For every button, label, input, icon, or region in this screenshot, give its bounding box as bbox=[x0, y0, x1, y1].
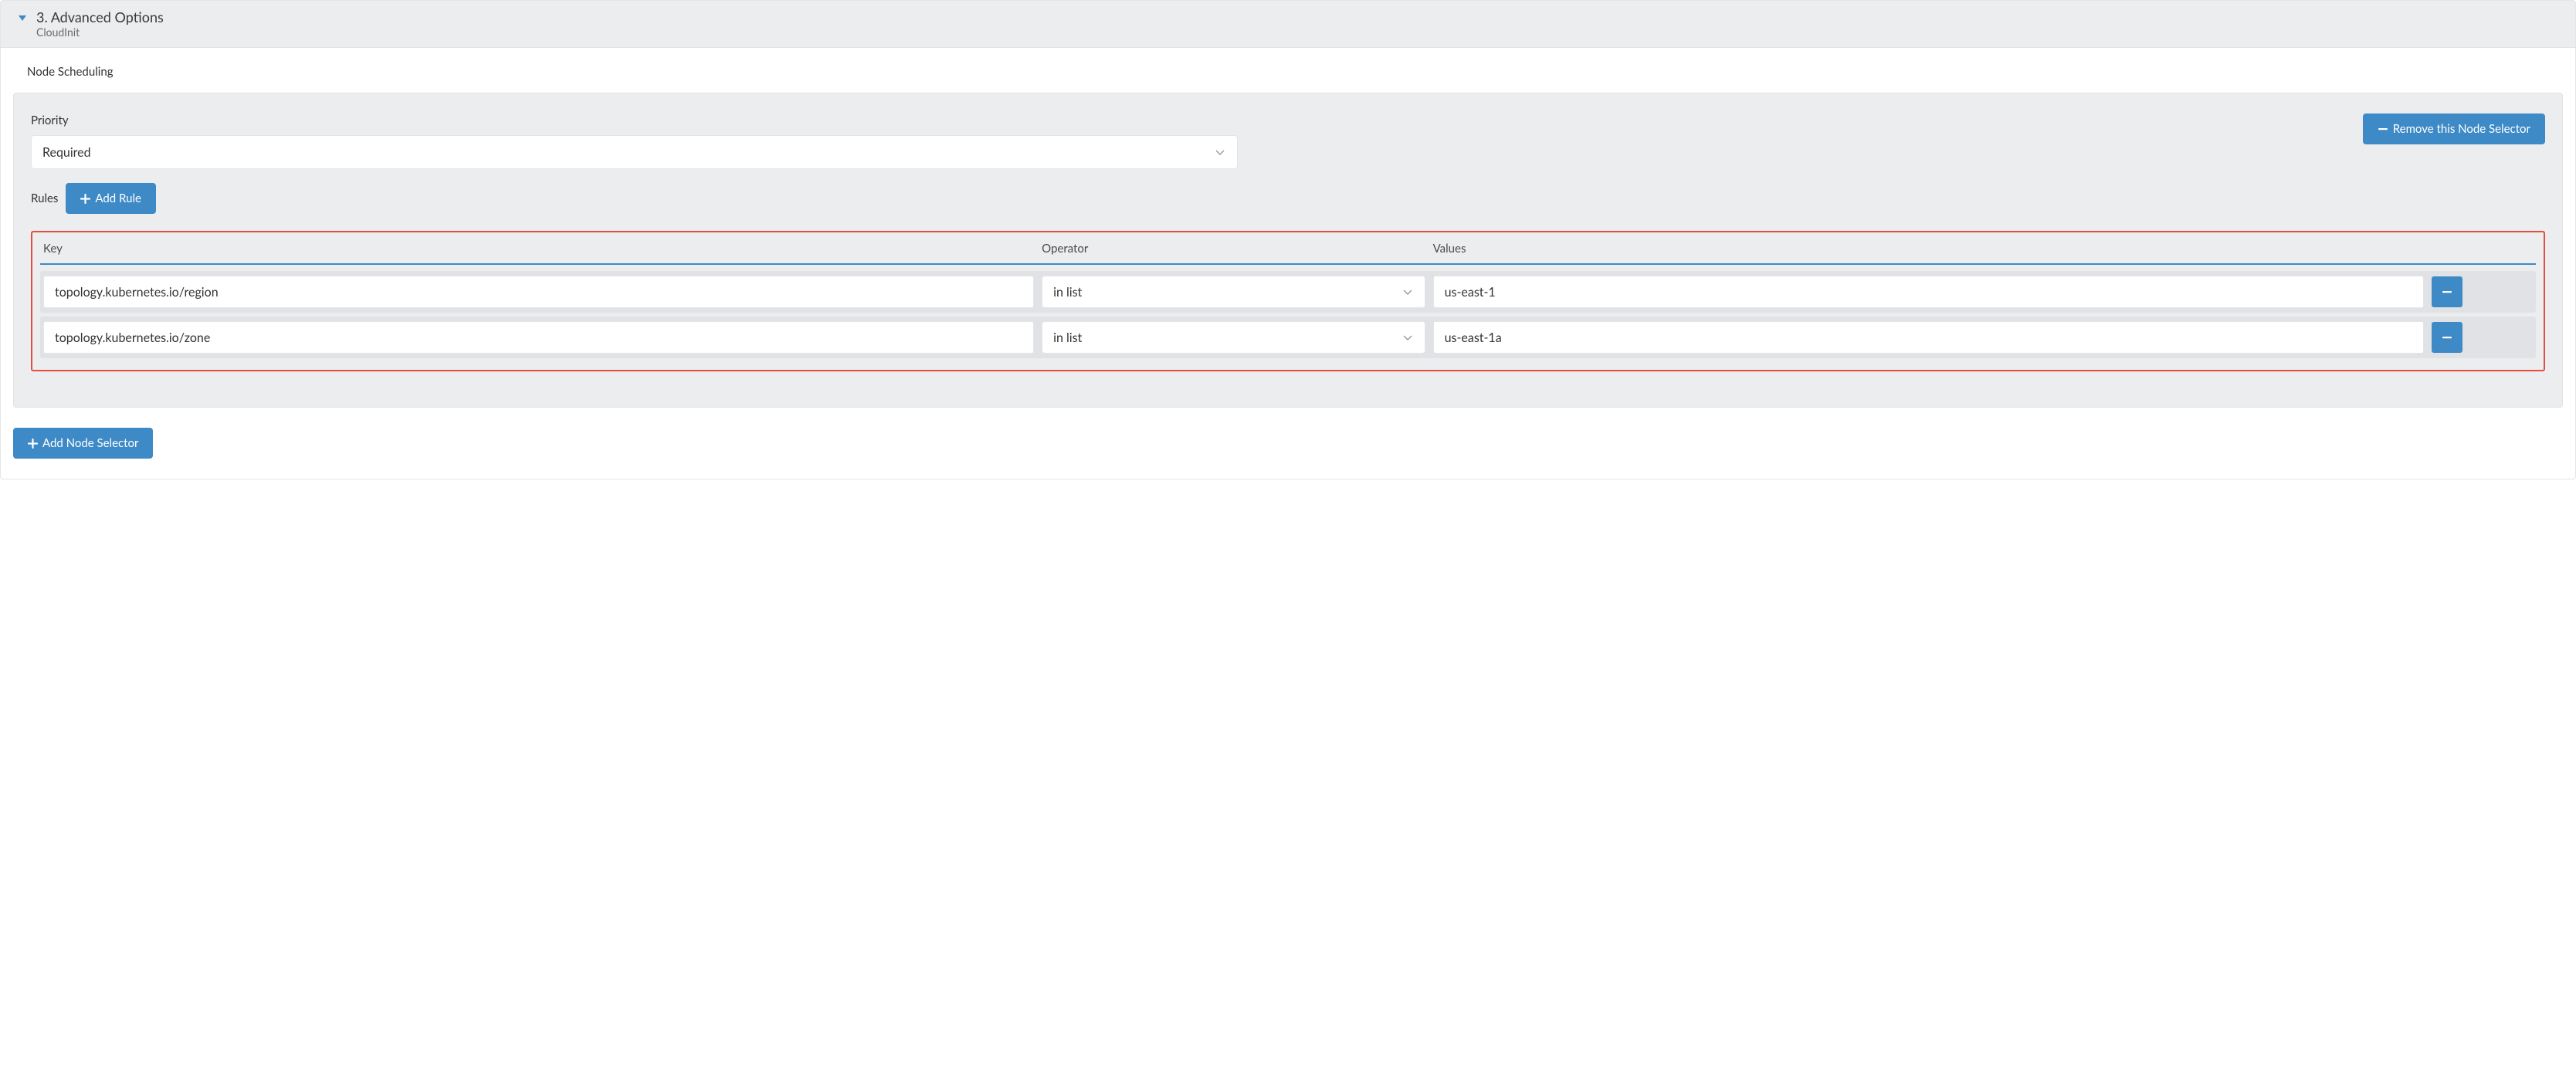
rules-table-header: Key Operator Values bbox=[40, 235, 2536, 265]
panel-header[interactable]: 3. Advanced Options CloudInit bbox=[1, 1, 2575, 48]
plus-icon bbox=[80, 194, 90, 204]
column-key: Key bbox=[43, 242, 1034, 256]
rule-key-input[interactable] bbox=[43, 321, 1034, 354]
add-rule-button[interactable]: Add Rule bbox=[66, 183, 156, 214]
column-values: Values bbox=[1433, 242, 2424, 256]
rule-row: in list bbox=[40, 271, 2536, 313]
node-selector-panel: Priority Required Remove this Node Selec… bbox=[13, 93, 2563, 408]
rule-operator-value: in list bbox=[1053, 285, 1401, 300]
column-operator: Operator bbox=[1042, 242, 1425, 256]
advanced-options-panel: 3. Advanced Options CloudInit Node Sched… bbox=[0, 0, 2576, 479]
rule-operator-select[interactable]: in list bbox=[1042, 276, 1425, 308]
minus-icon bbox=[2442, 286, 2452, 297]
add-rule-label: Add Rule bbox=[95, 191, 141, 205]
rule-row: in list bbox=[40, 317, 2536, 358]
rule-key-input[interactable] bbox=[43, 276, 1034, 308]
rules-table: Key Operator Values in list in list bbox=[31, 231, 2545, 371]
section-title: Node Scheduling bbox=[27, 65, 2563, 79]
chevron-down-icon bbox=[1402, 331, 1414, 344]
remove-node-selector-label: Remove this Node Selector bbox=[2393, 122, 2530, 136]
panel-title: 3. Advanced Options bbox=[36, 8, 164, 26]
remove-rule-button[interactable] bbox=[2432, 322, 2462, 353]
add-node-selector-label: Add Node Selector bbox=[42, 436, 138, 450]
rule-operator-select[interactable]: in list bbox=[1042, 321, 1425, 354]
minus-icon bbox=[2442, 332, 2452, 343]
panel-body: Node Scheduling Priority Required bbox=[1, 48, 2575, 479]
minus-icon bbox=[2378, 124, 2388, 134]
plus-icon bbox=[28, 439, 38, 449]
add-node-selector-button[interactable]: Add Node Selector bbox=[13, 428, 153, 459]
chevron-down-icon bbox=[1214, 146, 1226, 158]
priority-label: Priority bbox=[31, 113, 1238, 127]
remove-rule-button[interactable] bbox=[2432, 276, 2462, 307]
chevron-down-icon bbox=[1402, 286, 1414, 298]
priority-value: Required bbox=[42, 145, 1214, 160]
rule-values-input[interactable] bbox=[1433, 321, 2424, 354]
remove-node-selector-button[interactable]: Remove this Node Selector bbox=[2363, 113, 2545, 144]
panel-subtitle: CloudInit bbox=[36, 26, 164, 39]
priority-select[interactable]: Required bbox=[31, 135, 1238, 169]
rule-operator-value: in list bbox=[1053, 330, 1401, 345]
expand-toggle-icon[interactable] bbox=[18, 13, 27, 22]
rules-label: Rules bbox=[31, 191, 58, 205]
rule-values-input[interactable] bbox=[1433, 276, 2424, 308]
